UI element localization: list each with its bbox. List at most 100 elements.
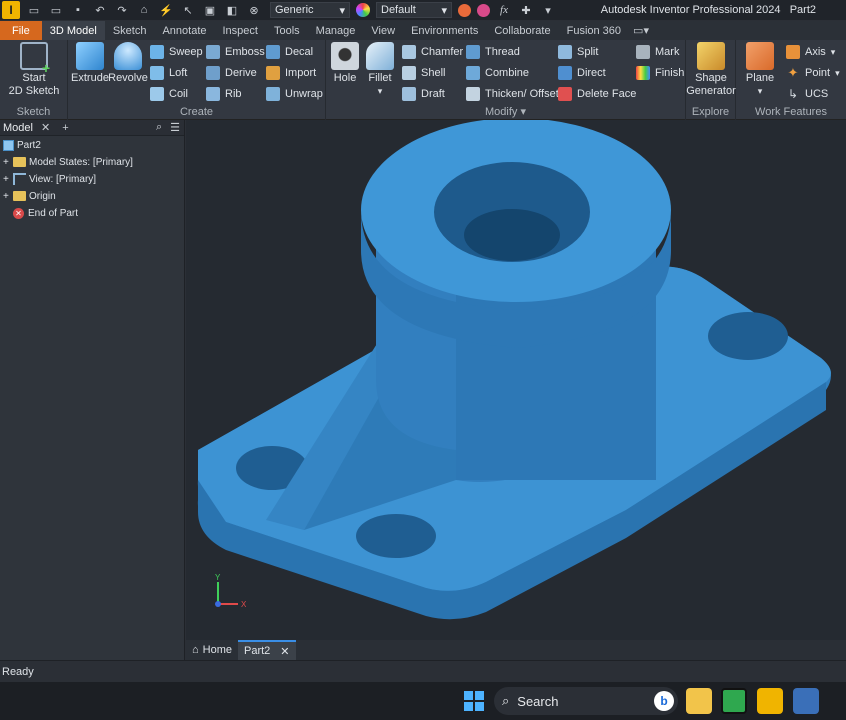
panel-modify: Hole Fillet ▾ Chamfer Shell Draft Thread… <box>326 40 686 120</box>
tree-item-end-of-part[interactable]: ✕ End of Part <box>13 205 78 221</box>
appearance-select[interactable]: Generic ▾ <box>270 2 350 18</box>
tab-home[interactable]: ⌂ Home <box>186 640 238 660</box>
save-icon[interactable]: ▪ <box>70 3 86 17</box>
mark-button[interactable]: Mark <box>636 43 679 61</box>
part-model[interactable]: Y X <box>186 118 846 640</box>
mounting-hole <box>708 312 788 360</box>
tree-item-view[interactable]: + View: [Primary] <box>3 171 96 187</box>
tab-part2[interactable]: Part2 ✕ <box>238 640 296 660</box>
thread-icon <box>466 45 480 59</box>
decal-button[interactable]: Decal <box>266 43 313 61</box>
panel-modify-title[interactable]: Modify ▾ <box>326 105 685 118</box>
close-icon[interactable]: ✕ <box>41 121 50 134</box>
tab-tools[interactable]: Tools <box>266 21 308 40</box>
update-icon[interactable]: ⚡ <box>158 3 174 17</box>
tab-annotate[interactable]: Annotate <box>154 21 214 40</box>
ribbon-toggle-icon[interactable]: ▭▾ <box>629 21 653 40</box>
taskbar-search[interactable]: ⌕ Search b <box>494 687 678 715</box>
appearance-icon[interactable] <box>458 3 471 17</box>
split-button[interactable]: Split <box>558 43 598 61</box>
expand-icon[interactable]: + <box>3 157 13 168</box>
rib-button[interactable]: Rib <box>206 85 242 103</box>
tree-item-part[interactable]: Part2 <box>3 137 41 153</box>
add-tab-icon[interactable]: + <box>62 122 68 134</box>
customize-chevron-icon[interactable]: ▾ <box>540 3 556 17</box>
extrude-button[interactable]: Extrude <box>70 42 110 85</box>
tab-file[interactable]: File <box>0 21 42 40</box>
axis-button[interactable]: Axis ▾ <box>786 43 835 61</box>
sweep-button[interactable]: Sweep <box>150 43 203 61</box>
view-triad: Y X <box>215 573 247 609</box>
close-icon[interactable]: ✕ <box>280 645 289 658</box>
fillet-button[interactable]: Fillet ▾ <box>362 42 398 98</box>
point-button[interactable]: ✦ Point ▾ <box>786 64 840 82</box>
thread-button[interactable]: Thread <box>466 43 520 61</box>
clear-appearance-icon[interactable] <box>477 3 490 17</box>
panel-sketch: + Start 2D Sketch Sketch <box>0 40 68 120</box>
sweep-icon <box>150 45 164 59</box>
import-icon <box>266 66 280 80</box>
tab-collaborate[interactable]: Collaborate <box>486 21 558 40</box>
derive-button[interactable]: Derive <box>206 64 257 82</box>
thicken-offset-button[interactable]: Thicken/ Offset <box>466 85 559 103</box>
tab-manage[interactable]: Manage <box>308 21 364 40</box>
chevron-down-icon: ▾ <box>339 4 345 17</box>
tree-item-origin[interactable]: + Origin <box>3 188 56 204</box>
select-icon[interactable]: ↖ <box>180 3 196 17</box>
tab-inspect[interactable]: Inspect <box>215 21 266 40</box>
draft-button[interactable]: Draft <box>402 85 445 103</box>
loft-button[interactable]: Loft <box>150 64 187 82</box>
tab-fusion-360[interactable]: Fusion 360 <box>559 21 629 40</box>
add-icon[interactable]: ✚ <box>518 3 534 17</box>
combine-button[interactable]: Combine <box>466 64 529 82</box>
search-icon[interactable]: ⌕ <box>156 121 162 134</box>
search-icon: ⌕ <box>502 693 510 708</box>
unwrap-button[interactable]: Unwrap <box>266 85 323 103</box>
measure-icon[interactable]: ◧ <box>224 3 240 17</box>
shell-button[interactable]: Shell <box>402 64 445 82</box>
tree-item-model-states[interactable]: + Model States: [Primary] <box>3 154 133 170</box>
open-icon[interactable]: ▭ <box>48 3 64 17</box>
plane-button[interactable]: Plane ▾ <box>742 42 778 98</box>
file-explorer-icon[interactable] <box>686 688 712 714</box>
chamfer-button[interactable]: Chamfer <box>402 43 463 61</box>
inventor-logo-icon[interactable]: I <box>2 1 20 19</box>
graphics-window[interactable]: Y X <box>186 118 846 640</box>
import-button[interactable]: Import <box>266 64 316 82</box>
app-icon[interactable] <box>793 688 819 714</box>
expand-icon[interactable]: + <box>3 191 13 202</box>
coil-button[interactable]: Coil <box>150 85 188 103</box>
tab-view[interactable]: View <box>363 21 403 40</box>
expand-icon[interactable]: + <box>3 174 13 185</box>
menu-icon[interactable]: ☰ <box>170 121 180 134</box>
revolve-button[interactable]: Revolve <box>108 42 148 85</box>
part-icon <box>3 139 14 151</box>
finish-button[interactable]: Finish <box>636 64 684 82</box>
color-wheel-icon[interactable] <box>356 3 370 17</box>
windows-start-icon[interactable] <box>461 688 487 714</box>
delete-face-button[interactable]: Delete Face <box>558 85 636 103</box>
hole-icon <box>331 42 359 70</box>
tab-environments[interactable]: Environments <box>403 21 486 40</box>
inventor-taskbar-icon[interactable] <box>757 688 783 714</box>
direct-button[interactable]: Direct <box>558 64 606 82</box>
camtasia-icon[interactable] <box>721 688 747 714</box>
project-icon[interactable]: ▣ <box>202 3 218 17</box>
emboss-button[interactable]: Emboss <box>206 43 265 61</box>
new-icon[interactable]: ▭ <box>26 3 42 17</box>
shape-generator-icon <box>697 42 725 70</box>
redo-icon[interactable]: ↷ <box>114 3 130 17</box>
parameters-icon[interactable]: fx <box>496 3 512 17</box>
shape-generator-button[interactable]: Shape Generator <box>686 42 736 98</box>
tab-sketch[interactable]: Sketch <box>105 21 155 40</box>
material-select[interactable]: Default ▾ <box>376 2 452 18</box>
ucs-button[interactable]: ↳ UCS <box>786 85 828 103</box>
home-icon[interactable]: ⌂ <box>136 3 152 17</box>
start-2d-sketch-button[interactable]: + Start 2D Sketch <box>8 42 60 98</box>
browser-tab-model[interactable]: Model <box>3 122 33 134</box>
tab-3d-model[interactable]: 3D Model <box>41 21 105 40</box>
close-doc-icon[interactable]: ⊗ <box>246 3 262 17</box>
bing-icon[interactable]: b <box>654 691 674 711</box>
hole-button[interactable]: Hole <box>328 42 362 85</box>
undo-icon[interactable]: ↶ <box>92 3 108 17</box>
